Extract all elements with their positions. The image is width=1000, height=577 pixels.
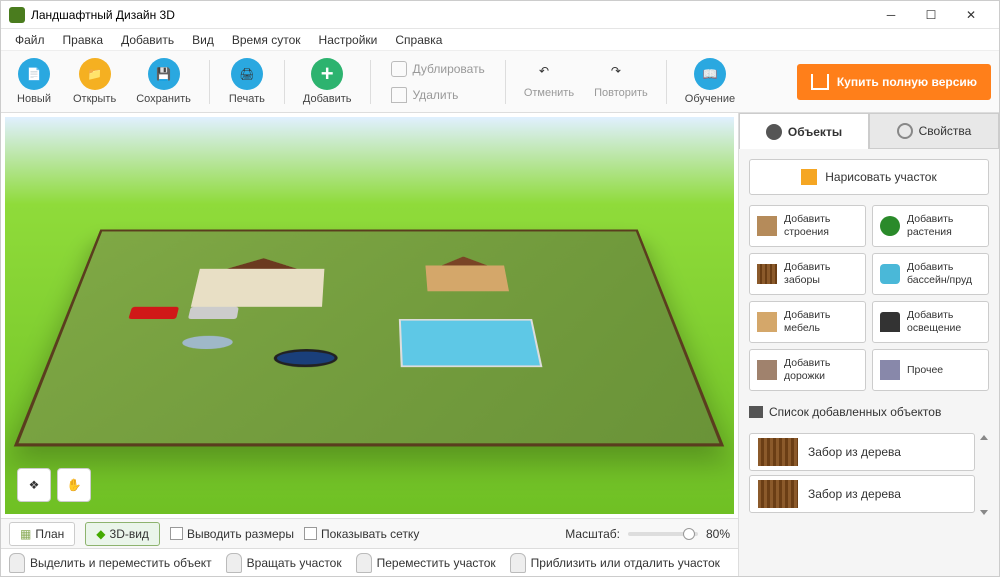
menu-add[interactable]: Добавить: [113, 31, 182, 49]
tab-3d[interactable]: ◆3D-вид: [85, 522, 160, 546]
cart-icon: [811, 74, 829, 90]
path-icon: [757, 360, 777, 380]
tab-properties[interactable]: Свойства: [869, 113, 999, 149]
mouse-icon: [510, 553, 526, 573]
checkbox-dimensions[interactable]: Выводить размеры: [170, 527, 294, 541]
tab-objects[interactable]: Объекты: [739, 113, 869, 149]
mouse-icon: [356, 553, 372, 573]
print-button[interactable]: 🖨Печать: [222, 56, 272, 107]
menu-help[interactable]: Справка: [387, 31, 450, 49]
save-button[interactable]: 💾Сохранить: [130, 56, 197, 107]
list-item[interactable]: Забор из дерева: [749, 433, 975, 471]
checkbox-icon: [304, 527, 317, 540]
pool-icon: [880, 264, 900, 284]
menu-view[interactable]: Вид: [184, 31, 222, 49]
checkbox-icon: [170, 527, 183, 540]
orbit-icon: ❖: [29, 478, 40, 492]
folder-icon: 📁: [79, 58, 111, 90]
hint-select: Выделить и переместить объект: [9, 553, 212, 573]
menu-file[interactable]: Файл: [7, 31, 53, 49]
card-pool[interactable]: Добавить бассейн/пруд: [872, 253, 989, 295]
fence-icon: [757, 264, 777, 284]
toolbar: 📄Новый 📁Открыть 💾Сохранить 🖨Печать +Доба…: [1, 51, 999, 113]
fence-thumb-icon: [758, 480, 798, 508]
tree-icon: [880, 216, 900, 236]
objects-icon: [766, 124, 782, 140]
hint-rotate: Вращать участок: [226, 553, 342, 573]
card-fences[interactable]: Добавить заборы: [749, 253, 866, 295]
card-paths[interactable]: Добавить дорожки: [749, 349, 866, 391]
mouse-icon: [226, 553, 242, 573]
menu-bar: Файл Правка Добавить Вид Время суток Нас…: [1, 29, 999, 51]
buy-button[interactable]: Купить полную версию: [797, 64, 991, 100]
house-icon: [757, 216, 777, 236]
hint-move: Переместить участок: [356, 553, 496, 573]
mouse-icon: [9, 553, 25, 573]
bottom-bar: ▦План ◆3D-вид Выводить размеры Показыват…: [1, 518, 738, 548]
pan-tool[interactable]: ✋: [57, 468, 91, 502]
card-buildings[interactable]: Добавить строения: [749, 205, 866, 247]
gear-icon: [897, 123, 913, 139]
fence-thumb-icon: [758, 438, 798, 466]
pencil-icon: [801, 169, 817, 185]
plan-icon: ▦: [20, 527, 31, 541]
duplicate-button[interactable]: Дублировать: [383, 57, 493, 81]
card-lighting[interactable]: Добавить освещение: [872, 301, 989, 343]
card-other[interactable]: Прочее: [872, 349, 989, 391]
learn-button[interactable]: 📖Обучение: [679, 56, 741, 107]
add-button[interactable]: +Добавить: [297, 56, 358, 107]
status-bar: Выделить и переместить объект Вращать уч…: [1, 548, 738, 576]
menu-time[interactable]: Время суток: [224, 31, 309, 49]
duplicate-icon: [391, 61, 407, 77]
plus-icon: +: [311, 58, 343, 90]
object-list-header: Список добавленных объектов: [749, 401, 989, 423]
misc-icon: [880, 360, 900, 380]
scale-slider[interactable]: [628, 532, 698, 536]
scale-label: Масштаб:: [565, 527, 620, 541]
orbit-tool[interactable]: ❖: [17, 468, 51, 502]
undo-button[interactable]: ↶Отменить: [518, 62, 580, 101]
titlebar: Ландшафтный Дизайн 3D ─ ☐ ✕: [1, 1, 999, 29]
trash-icon: [391, 87, 407, 103]
app-logo-icon: [9, 7, 25, 23]
maximize-button[interactable]: ☐: [911, 1, 951, 29]
scale-value: 80%: [706, 527, 730, 541]
card-plants[interactable]: Добавить растения: [872, 205, 989, 247]
redo-icon: ↷: [611, 64, 631, 84]
minimize-button[interactable]: ─: [871, 1, 911, 29]
sidebar: Объекты Свойства Нарисовать участок Доба…: [739, 113, 999, 576]
card-furniture[interactable]: Добавить мебель: [749, 301, 866, 343]
scroll-up-icon: [980, 435, 988, 440]
lamp-icon: [880, 312, 900, 332]
printer-icon: 🖨: [231, 58, 263, 90]
draw-plot-button[interactable]: Нарисовать участок: [749, 159, 989, 195]
menu-edit[interactable]: Правка: [55, 31, 112, 49]
viewport-3d[interactable]: ❖ ✋: [5, 117, 734, 514]
redo-button[interactable]: ↷Повторить: [588, 62, 654, 101]
hand-icon: ✋: [67, 478, 82, 492]
file-icon: 📄: [18, 58, 50, 90]
window-title: Ландшафтный Дизайн 3D: [31, 8, 871, 22]
hint-zoom: Приблизить или отдалить участок: [510, 553, 720, 573]
scrollbar[interactable]: [979, 433, 989, 517]
new-button[interactable]: 📄Новый: [9, 56, 59, 107]
menu-settings[interactable]: Настройки: [311, 31, 386, 49]
chair-icon: [757, 312, 777, 332]
delete-button[interactable]: Удалить: [383, 83, 493, 107]
close-button[interactable]: ✕: [951, 1, 991, 29]
open-button[interactable]: 📁Открыть: [67, 56, 122, 107]
disk-icon: 💾: [148, 58, 180, 90]
3d-icon: ◆: [96, 527, 105, 541]
stack-icon: [749, 406, 763, 418]
tab-plan[interactable]: ▦План: [9, 522, 75, 546]
book-icon: 📖: [694, 58, 726, 90]
scroll-down-icon: [980, 510, 988, 515]
undo-icon: ↶: [539, 64, 559, 84]
list-item[interactable]: Забор из дерева: [749, 475, 975, 513]
checkbox-grid[interactable]: Показывать сетку: [304, 527, 419, 541]
